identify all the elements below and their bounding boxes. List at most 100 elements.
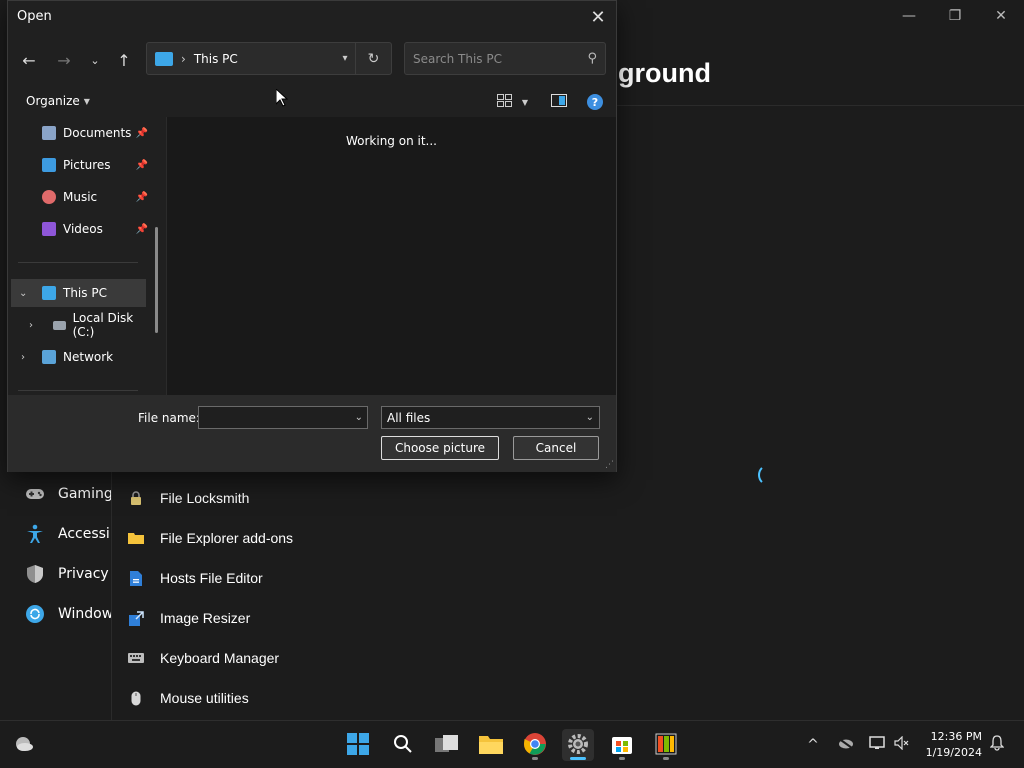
nav-item-gaming[interactable]: Gaming <box>24 479 113 509</box>
caret-down-icon: ▼ <box>83 96 90 106</box>
arrow-right-icon: → <box>57 50 71 70</box>
refresh-button[interactable]: ↻ <box>355 43 391 74</box>
breadcrumb-separator: › <box>181 51 186 66</box>
pictures-icon <box>42 158 56 172</box>
store-taskbar-button[interactable] <box>606 729 638 761</box>
tree-item-documents[interactable]: Documents 📌 <box>42 119 148 147</box>
forward-button[interactable]: → <box>51 47 77 73</box>
caret-down-icon: ▼ <box>521 97 529 107</box>
computer-icon <box>42 286 56 300</box>
tree-divider <box>18 262 138 263</box>
network-tray-button[interactable] <box>866 735 888 755</box>
start-button[interactable] <box>342 729 374 761</box>
search-input[interactable] <box>413 51 588 66</box>
windows-logo-icon <box>347 732 369 758</box>
tree-item-music[interactable]: Music 📌 <box>42 183 148 211</box>
address-bar[interactable]: › This PC ▾ ↻ <box>146 42 392 75</box>
running-indicator <box>532 757 538 760</box>
help-button[interactable]: ? <box>585 91 605 113</box>
file-explorer-taskbar-button[interactable] <box>475 729 507 761</box>
onedrive-button[interactable] <box>834 735 856 755</box>
close-icon: ✕ <box>590 6 606 28</box>
preview-pane-button[interactable] <box>548 91 570 113</box>
widgets-button[interactable] <box>7 729 39 761</box>
clock[interactable]: 12:36 PM 1/19/2024 <box>918 729 982 761</box>
search-icon: ⚲ <box>587 51 597 66</box>
folder-icon <box>479 734 503 757</box>
chevron-down-icon: ⌄ <box>585 412 594 423</box>
folder-icon <box>128 530 144 546</box>
back-button[interactable]: ← <box>16 47 42 73</box>
open-file-dialog: Open ✕ ← → ⌄ ↑ › This PC ▾ ↻ ⚲ Organize … <box>7 0 617 472</box>
dialog-title: Open <box>17 9 52 24</box>
page-title: ground <box>618 58 711 88</box>
task-view-button[interactable] <box>431 729 463 761</box>
address-dropdown-button[interactable]: ▾ <box>335 53 355 64</box>
list-item-keyboard-manager[interactable]: Keyboard Manager <box>128 643 279 673</box>
search-box[interactable]: ⚲ <box>404 42 606 75</box>
tree-item-this-pc[interactable]: ⌄ This PC <box>11 279 146 307</box>
task-view-icon <box>435 734 459 757</box>
tree-item-local-disk[interactable]: › Local Disk (C:) <box>26 311 150 339</box>
tree-item-videos[interactable]: Videos 📌 <box>42 215 148 243</box>
address-location: This PC <box>193 51 238 66</box>
list-item-image-resizer[interactable]: Image Resizer <box>128 603 250 633</box>
help-icon: ? <box>587 94 603 110</box>
tree-scrollbar[interactable] <box>155 227 158 333</box>
file-type-select[interactable]: All files ⌄ <box>381 406 600 429</box>
chevron-down-icon[interactable]: ⌄ <box>355 412 363 423</box>
list-item-file-explorer-addons[interactable]: File Explorer add-ons <box>128 523 293 553</box>
file-name-combobox[interactable]: ⌄ <box>198 406 368 429</box>
choose-picture-button[interactable]: Choose picture <box>381 436 499 460</box>
list-item-hosts-file-editor[interactable]: Hosts File Editor <box>128 563 263 593</box>
tree-item-label: Videos <box>63 222 103 236</box>
cancel-button[interactable]: Cancel <box>513 436 599 460</box>
tree-item-network[interactable]: › Network <box>18 343 146 371</box>
computer-icon <box>155 51 173 66</box>
music-icon <box>42 190 56 204</box>
mouse-cursor-icon <box>276 89 288 107</box>
organize-menu-button[interactable]: Organize ▼ <box>26 94 90 108</box>
list-item-mouse-utilities[interactable]: Mouse utilities <box>128 683 249 713</box>
minimize-button[interactable]: — <box>886 0 932 32</box>
tree-item-pictures[interactable]: Pictures 📌 <box>42 151 148 179</box>
tree-item-label: Local Disk (C:) <box>72 311 134 339</box>
close-button[interactable]: ✕ <box>978 0 1024 32</box>
nav-item-label: Window <box>58 606 114 622</box>
file-list-pane[interactable]: Working on it... <box>166 117 616 395</box>
view-options-button[interactable] <box>494 91 514 113</box>
windows-update-icon <box>24 603 46 625</box>
nav-item-privacy[interactable]: Privacy & <box>24 559 124 589</box>
settings-taskbar-button[interactable] <box>562 729 594 761</box>
powertoys-taskbar-button[interactable] <box>650 729 682 761</box>
recent-locations-button[interactable]: ⌄ <box>82 47 108 73</box>
pin-icon: 📌 <box>135 191 148 203</box>
chrome-icon <box>523 732 547 759</box>
resize-grip-icon[interactable]: ⋰ <box>605 460 614 470</box>
shield-icon <box>24 563 46 585</box>
loading-status: Working on it... <box>345 134 437 148</box>
view-dropdown-button[interactable]: ▼ <box>518 91 532 113</box>
tree-divider <box>18 390 138 391</box>
nav-item-accessibility[interactable]: Accessib <box>24 519 119 549</box>
chevron-down-icon: ⌄ <box>90 53 100 67</box>
network-icon <box>869 736 885 754</box>
notifications-button[interactable] <box>986 735 1008 755</box>
volume-button[interactable] <box>891 735 913 755</box>
list-item-label: File Explorer add-ons <box>160 530 294 546</box>
show-hidden-icons-button[interactable]: ^ <box>802 735 824 755</box>
pin-icon: 📌 <box>135 159 148 171</box>
up-button[interactable]: ↑ <box>111 47 137 73</box>
chrome-taskbar-button[interactable] <box>519 729 551 761</box>
chevron-right-icon: › <box>29 319 33 331</box>
maximize-button[interactable]: ❐ <box>932 0 978 32</box>
list-item-label: Keyboard Manager <box>160 650 280 666</box>
dialog-close-button[interactable]: ✕ <box>584 3 612 31</box>
refresh-icon: ↻ <box>367 50 380 67</box>
list-item-file-locksmith[interactable]: File Locksmith <box>128 483 249 513</box>
chevron-up-icon: ^ <box>807 737 819 753</box>
nav-item-windows-update[interactable]: Window <box>24 599 113 629</box>
active-indicator <box>570 757 586 760</box>
weather-icon <box>12 735 34 756</box>
search-taskbar-button[interactable] <box>387 729 419 761</box>
